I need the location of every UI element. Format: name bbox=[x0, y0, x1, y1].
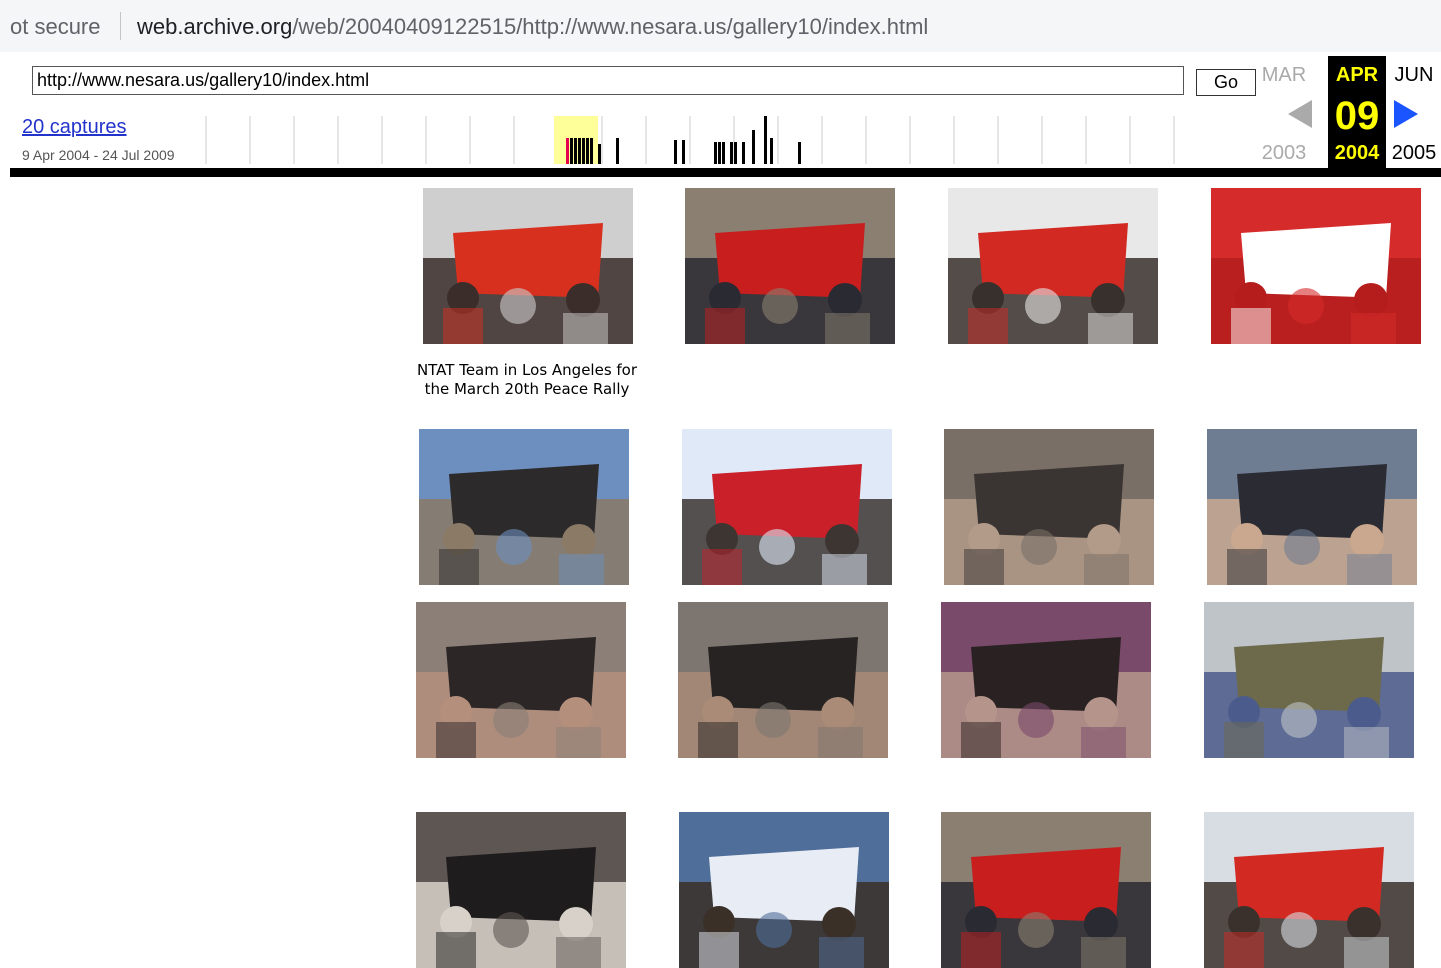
wayback-toolbar: Go 20 captures 9 Apr 2004 - 24 Jul 2009 … bbox=[10, 56, 1441, 171]
sparkline-bar bbox=[682, 140, 685, 164]
sparkline-bar bbox=[718, 142, 721, 164]
sparkline-bar bbox=[566, 138, 569, 164]
url-path: /web/20040409122515/http://www.nesara.us… bbox=[292, 14, 929, 39]
sparkline-bar bbox=[586, 138, 589, 164]
sparkline-bar bbox=[798, 142, 801, 164]
sparkline-bar bbox=[616, 138, 619, 164]
next-year-link[interactable]: 2005 bbox=[1385, 142, 1441, 165]
sparkline-bar bbox=[574, 138, 577, 164]
browser-address-bar[interactable]: ot secure web.archive.org/web/2004040912… bbox=[0, 0, 1441, 52]
current-day: 09 bbox=[1334, 94, 1380, 138]
sparkline-bar bbox=[590, 138, 593, 164]
wayback-url-input[interactable] bbox=[32, 66, 1184, 95]
sparkline-bar bbox=[674, 140, 677, 164]
wayback-toolbar-border bbox=[10, 168, 1441, 177]
sparkline-bar bbox=[734, 142, 737, 164]
photo-street-crowd-palms[interactable] bbox=[419, 429, 629, 585]
photo-crowd-conversation[interactable] bbox=[944, 429, 1154, 585]
sparkline-bar bbox=[770, 138, 773, 164]
capture-date-range: 9 Apr 2004 - 24 Jul 2009 bbox=[22, 147, 175, 163]
current-year: 2004 bbox=[1334, 142, 1380, 164]
next-month-link[interactable]: JUN bbox=[1385, 64, 1441, 87]
sparkline-year-dividers bbox=[205, 116, 1175, 164]
go-button[interactable]: Go bbox=[1196, 69, 1256, 96]
sparkline-bar bbox=[722, 142, 725, 164]
prev-capture-arrow-icon[interactable] bbox=[1288, 100, 1312, 128]
photo-women-street[interactable] bbox=[416, 812, 626, 968]
captures-link[interactable]: 20 captures bbox=[22, 116, 127, 139]
photo-crowd-1[interactable] bbox=[416, 602, 626, 758]
photo-red-banner-march[interactable] bbox=[682, 429, 892, 585]
photo-caption: NTAT Team in Los Angeles for the March 2… bbox=[416, 361, 638, 398]
photo-woman-flyer[interactable] bbox=[1207, 429, 1417, 585]
security-indicator[interactable]: ot secure bbox=[10, 14, 101, 40]
sparkline-bar bbox=[714, 142, 717, 164]
next-capture-arrow-icon[interactable] bbox=[1394, 100, 1418, 128]
photo-man-handing-flyer[interactable] bbox=[685, 188, 895, 344]
capture-sparkline[interactable] bbox=[204, 112, 1224, 168]
sparkline-bar bbox=[598, 144, 601, 164]
photo-red-banner-peace[interactable] bbox=[1204, 812, 1414, 968]
sparkline-bar bbox=[752, 130, 755, 164]
photo-group-banner[interactable] bbox=[423, 188, 633, 344]
sparkline-bar bbox=[764, 116, 767, 164]
address-separator bbox=[120, 12, 121, 40]
photo-marchers[interactable] bbox=[1204, 602, 1414, 758]
sparkline-bar bbox=[578, 138, 581, 164]
photo-banner-closeup[interactable] bbox=[1211, 188, 1421, 344]
photo-nesara-sign[interactable] bbox=[679, 812, 889, 968]
photo-man-handing-flyer-2[interactable] bbox=[941, 812, 1151, 968]
sparkline-bar bbox=[730, 142, 733, 164]
prev-year-link[interactable]: 2003 bbox=[1255, 142, 1313, 165]
url-domain: web.archive.org bbox=[137, 14, 293, 39]
sparkline-bar bbox=[570, 138, 573, 164]
address-url[interactable]: web.archive.org/web/20040409122515/http:… bbox=[137, 14, 928, 40]
sparkline-bar bbox=[742, 142, 745, 164]
sparkline-bar bbox=[582, 138, 585, 164]
photo-crowd-3[interactable] bbox=[941, 602, 1151, 758]
sparkline-bars bbox=[566, 116, 801, 164]
prev-month-link[interactable]: MAR bbox=[1255, 64, 1313, 87]
photo-red-banner-street[interactable] bbox=[948, 188, 1158, 344]
photo-crowd-2[interactable] bbox=[678, 602, 888, 758]
